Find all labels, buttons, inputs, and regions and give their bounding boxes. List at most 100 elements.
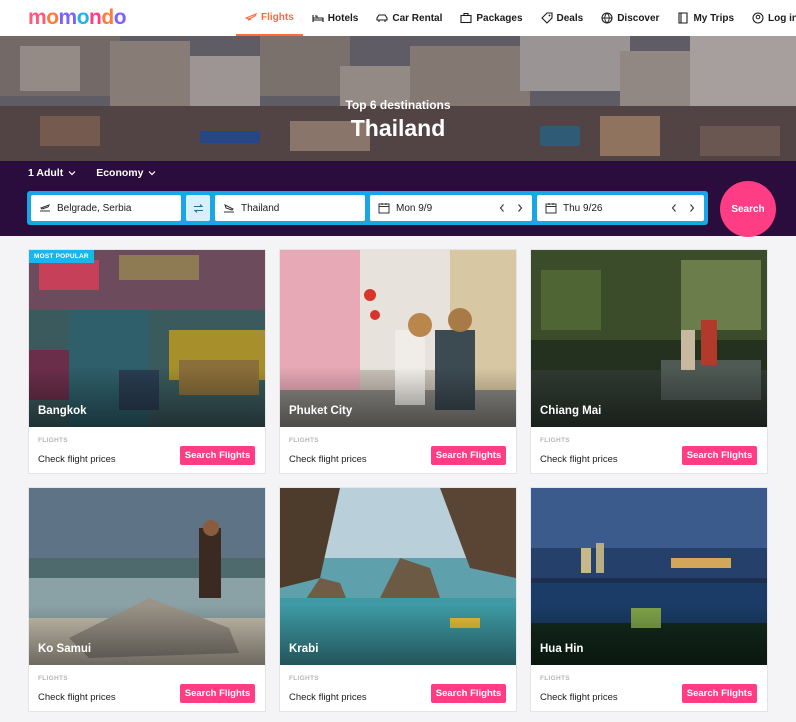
return-date-field[interactable]: Thu 9/26 <box>537 195 704 221</box>
city-name: Chiang Mai <box>540 405 602 417</box>
search-flights-button[interactable]: Search Flights <box>682 684 757 703</box>
nav-hotels[interactable]: Hotels <box>303 0 368 36</box>
card-description: Check flight prices <box>540 454 618 465</box>
search-flights-button[interactable]: Search Flights <box>431 684 506 703</box>
destination-field[interactable]: Thailand <box>215 195 365 221</box>
card-description: Check flight prices <box>540 692 618 703</box>
nav-label: Discover <box>617 12 660 24</box>
bed-icon <box>312 12 324 24</box>
logo-letter: d <box>101 6 114 29</box>
tag-icon <box>540 12 553 24</box>
cabin-label: Economy <box>96 167 144 179</box>
search-button[interactable]: Search <box>720 181 776 237</box>
nav-label: My Trips <box>693 12 735 24</box>
hero-subtitle: Top 6 destinations <box>345 98 451 112</box>
card-category: FLIGHTS <box>289 437 319 444</box>
logo-letter: m <box>28 6 47 29</box>
destination-card-ko-samui[interactable]: Ko Samui FLIGHTS Check flight prices Sea… <box>28 487 266 712</box>
card-description: Check flight prices <box>38 692 116 703</box>
logo-letter: n <box>89 6 102 29</box>
search-flights-button[interactable]: Search Flights <box>682 446 757 465</box>
landing-icon <box>223 202 235 214</box>
chevron-left-icon[interactable] <box>498 203 506 213</box>
nav-packages[interactable]: Packages <box>451 0 531 36</box>
return-date-arrows <box>670 195 696 221</box>
swap-button[interactable] <box>186 195 210 221</box>
city-name: Ko Samui <box>38 643 92 655</box>
nav-label: Deals <box>556 12 584 24</box>
search-flights-button[interactable]: Search Flights <box>180 446 255 465</box>
destination-photo <box>29 488 265 665</box>
logo-letter: o <box>113 6 127 29</box>
travelers-dropdown[interactable]: 1 Adult <box>28 167 76 179</box>
destination-value: Thailand <box>241 202 280 214</box>
origin-field[interactable]: Belgrade, Serbia <box>31 195 181 221</box>
city-name: Krabi <box>289 643 319 655</box>
momondo-logo[interactable]: momondo <box>28 6 127 29</box>
search-bar: Belgrade, Serbia Thailand Mon 9/9 Thu 9/… <box>27 191 708 225</box>
origin-value: Belgrade, Serbia <box>57 202 132 214</box>
car-icon <box>376 12 388 24</box>
swap-icon <box>193 203 203 213</box>
takeoff-icon <box>39 202 51 214</box>
top-nav: momondo Flights Hotels Car Rental Packag… <box>0 0 796 36</box>
nav-flights[interactable]: Flights <box>236 0 303 36</box>
nav-menu: Flights Hotels Car Rental Packages Deals… <box>236 0 796 36</box>
book-icon <box>677 12 689 24</box>
destination-card-hua-hin[interactable]: Hua Hin FLIGHTS Check flight prices Sear… <box>530 487 768 712</box>
suitcase-icon <box>460 12 472 24</box>
city-name: Hua Hin <box>540 643 584 655</box>
depart-date-value: Mon 9/9 <box>396 202 433 214</box>
hero-banner: Top 6 destinations Thailand <box>0 36 796 161</box>
nav-label: Hotels <box>327 12 359 24</box>
destination-photo <box>29 250 265 427</box>
plane-icon <box>245 11 257 23</box>
travelers-label: 1 Adult <box>28 167 64 179</box>
nav-label: Packages <box>476 12 523 24</box>
chevron-down-icon <box>149 171 156 176</box>
hero-title: Thailand <box>350 115 446 141</box>
nav-label: Car Rental <box>392 12 443 24</box>
destination-card-phuket-city[interactable]: Phuket City FLIGHTS Check flight prices … <box>279 249 517 474</box>
card-description: Check flight prices <box>289 692 367 703</box>
destination-card-chiang-mai[interactable]: Chiang Mai FLIGHTS Check flight prices S… <box>530 249 768 474</box>
card-category: FLIGHTS <box>540 675 570 682</box>
destination-card-bangkok[interactable]: MOST POPULAR Bangkok FLIGHTS Check fligh… <box>28 249 266 474</box>
search-flights-button[interactable]: Search Flights <box>431 446 506 465</box>
logo-letter: m <box>58 6 78 29</box>
search-options: 1 Adult Economy <box>28 167 156 179</box>
globe-icon <box>601 12 613 24</box>
logo-letter: o <box>46 6 59 29</box>
search-panel: 1 Adult Economy Belgrade, Serbia Thailan… <box>0 161 796 236</box>
destination-photo <box>280 250 516 427</box>
city-name: Bangkok <box>38 405 87 417</box>
logo-letter: o <box>76 6 90 29</box>
depart-date-field[interactable]: Mon 9/9 <box>370 195 532 221</box>
card-description: Check flight prices <box>289 454 367 465</box>
nav-my-trips[interactable]: My Trips <box>668 0 743 36</box>
cabin-dropdown[interactable]: Economy <box>96 167 156 179</box>
destination-photo <box>531 488 767 665</box>
nav-label: Log in <box>768 12 796 24</box>
depart-date-arrows <box>498 195 524 221</box>
chevron-left-icon[interactable] <box>670 203 678 213</box>
card-category: FLIGHTS <box>540 437 570 444</box>
search-flights-button[interactable]: Search Flights <box>180 684 255 703</box>
destination-photo <box>280 488 516 665</box>
nav-discover[interactable]: Discover <box>592 0 668 36</box>
destination-photo <box>531 250 767 427</box>
card-category: FLIGHTS <box>38 437 68 444</box>
chevron-right-icon[interactable] <box>516 203 524 213</box>
nav-deals[interactable]: Deals <box>532 0 593 36</box>
return-date-value: Thu 9/26 <box>563 202 603 214</box>
chevron-down-icon <box>68 171 76 176</box>
nav-log-in[interactable]: Log in <box>743 0 796 36</box>
nav-car-rental[interactable]: Car Rental <box>367 0 451 36</box>
card-description: Check flight prices <box>38 454 116 465</box>
city-name: Phuket City <box>289 405 353 417</box>
calendar-icon <box>378 202 390 214</box>
destination-card-krabi[interactable]: Krabi FLIGHTS Check flight prices Search… <box>279 487 517 712</box>
chevron-right-icon[interactable] <box>688 203 696 213</box>
user-icon <box>752 12 764 24</box>
most-popular-badge: MOST POPULAR <box>29 250 94 263</box>
